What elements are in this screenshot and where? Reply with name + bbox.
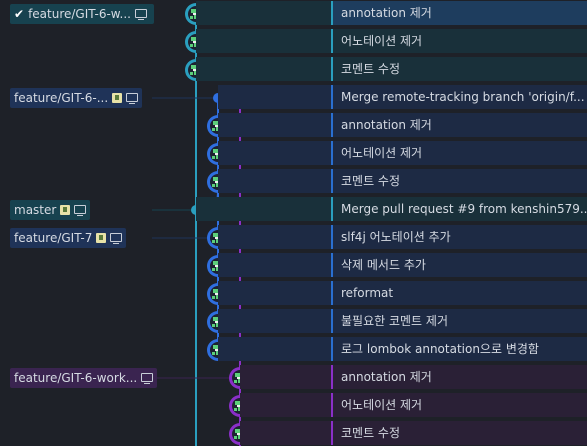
monitor-icon [134,9,147,20]
commit-row[interactable]: 어노테이션 제거 [0,140,587,166]
commit-row[interactable]: 코멘트 수정 [0,168,587,194]
monitor-icon [74,205,87,216]
commit-message: 어노테이션 제거 [341,146,423,160]
remote-icon [60,204,71,215]
remote-icon [112,92,123,103]
commit-message: annotation 제거 [341,118,432,132]
monitor-icon [141,373,154,384]
commit-message-cell[interactable]: annotation 제거 [331,1,587,25]
commit-message: annotation 제거 [341,370,432,384]
branch-label[interactable]: feature/GIT-7 [10,228,127,248]
commit-message: 로그 lombok annotation으로 변경함 [341,342,539,356]
commit-message-cell[interactable]: 어노테이션 제거 [331,393,587,417]
commit-message-cell[interactable]: Merge pull request #9 from kenshin579... [331,197,587,221]
remote-icon [96,232,107,243]
commit-message: 삭제 메서드 추가 [341,258,426,272]
branch-label-text: master [14,203,57,217]
commit-message: Merge remote-tracking branch 'origin/f..… [341,90,585,104]
commit-message-cell[interactable]: 로그 lombok annotation으로 변경함 [331,337,587,361]
commit-row[interactable]: 코멘트 수정 [0,56,587,82]
commit-message-cell[interactable]: 코멘트 수정 [331,57,587,81]
branch-label[interactable]: master [10,200,91,220]
commit-message-cell[interactable]: slf4j 어노테이션 추가 [331,225,587,249]
branch-label[interactable]: ✔ feature/GIT-6-w... [10,4,154,24]
branch-label-text: feature/GIT-6-... [14,91,109,105]
commit-row[interactable]: 어노테이션 제거 [0,28,587,54]
commit-row[interactable]: 삭제 메서드 추가 [0,252,587,278]
commit-message: 불필요한 코멘트 제거 [341,314,448,328]
commit-row[interactable]: 코멘트 수정 [0,420,587,446]
branch-label-text: feature/GIT-6-work... [14,371,138,385]
commit-message-cell[interactable]: reformat [331,281,587,305]
branch-label-text: feature/GIT-7 [14,231,93,245]
branch-label[interactable]: feature/GIT-6-work... [10,368,158,388]
monitor-icon [126,93,139,104]
commit-message-cell[interactable]: 코멘트 수정 [331,421,587,445]
commit-message: slf4j 어노테이션 추가 [341,230,451,244]
commit-message: Merge pull request #9 from kenshin579... [341,202,587,216]
commit-row[interactable]: reformat [0,280,587,306]
commit-message-cell[interactable]: 불필요한 코멘트 제거 [331,309,587,333]
commit-row[interactable]: 불필요한 코멘트 제거 [0,308,587,334]
commit-message: 코멘트 수정 [341,174,401,188]
commit-message: annotation 제거 [341,6,432,20]
commit-message: reformat [341,286,394,300]
commit-message-cell[interactable]: 어노테이션 제거 [331,29,587,53]
commit-row[interactable]: 어노테이션 제거 [0,392,587,418]
commit-row[interactable]: annotation 제거 [0,112,587,138]
commit-message: 어노테이션 제거 [341,398,423,412]
commit-message-cell[interactable]: 어노테이션 제거 [331,141,587,165]
branch-label-text: feature/GIT-6-w... [28,7,131,21]
commit-message: 코멘트 수정 [341,62,401,76]
commit-message-cell[interactable]: 삭제 메서드 추가 [331,253,587,277]
branch-label[interactable]: feature/GIT-6-... [10,88,143,108]
check-icon: ✔ [14,7,25,21]
commit-row[interactable]: 로그 lombok annotation으로 변경함 [0,336,587,362]
commit-message-cell[interactable]: annotation 제거 [331,113,587,137]
commit-message: 코멘트 수정 [341,426,401,440]
commit-message-cell[interactable]: annotation 제거 [331,365,587,389]
commit-message-cell[interactable]: Merge remote-tracking branch 'origin/f..… [331,85,587,109]
monitor-icon [110,233,123,244]
commit-message-cell[interactable]: 코멘트 수정 [331,169,587,193]
commit-message: 어노테이션 제거 [341,34,423,48]
